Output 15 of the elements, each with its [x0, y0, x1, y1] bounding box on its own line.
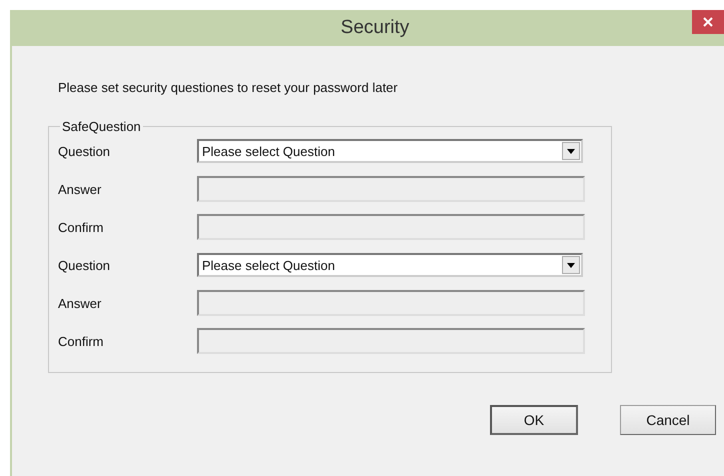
close-icon [703, 17, 713, 27]
field-label: Question [58, 144, 112, 158]
close-button[interactable] [692, 10, 724, 34]
instruction-text: Please set security questiones to reset your password later [58, 80, 399, 95]
dialog-button[interactable]: OK [490, 405, 578, 435]
dialog-button[interactable]: Cancel [620, 405, 716, 435]
question-dropdown[interactable]: Please select Question [197, 253, 583, 277]
field-label: Confirm [58, 334, 105, 348]
window-title: Security [340, 17, 410, 39]
group-title: SafeQuestion [61, 119, 142, 134]
field-label: Question [58, 258, 112, 272]
field-label: Answer [58, 296, 102, 310]
field-label: Confirm [58, 220, 105, 234]
field-label: Answer [58, 182, 102, 196]
question-dropdown[interactable]: Please select Question [197, 139, 583, 163]
